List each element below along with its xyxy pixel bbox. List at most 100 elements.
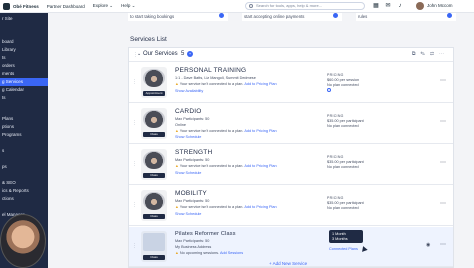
category-title: Our Services xyxy=(143,51,178,57)
service-type-tag: Class xyxy=(143,173,165,178)
apps-icon[interactable]: ▦ xyxy=(372,2,380,10)
help-menu[interactable]: Help ⌄ xyxy=(121,3,135,9)
plans-tooltip: 1 Month 3 Months xyxy=(329,230,363,243)
sidebar-item-ps[interactable]: ps xyxy=(0,163,48,171)
site-logo[interactable] xyxy=(3,2,10,10)
panel-actions: ⧉✎⇄⋯ xyxy=(412,51,449,57)
drag-handle-icon[interactable]: ⋮ xyxy=(132,79,137,85)
panel-header: ⋮ ⌄ Our Services 5 + ⧉✎⇄⋯ xyxy=(129,48,453,62)
max-participants: Max Participants: 50 xyxy=(175,199,210,203)
sidebar-item-booking-calendar[interactable]: g Calendar xyxy=(0,86,48,94)
status-icon xyxy=(333,13,338,18)
show-schedule-link[interactable]: Show Schedule xyxy=(175,135,201,139)
sidebar-item-analytics[interactable]: ics & Reports xyxy=(0,187,48,195)
setup-card[interactable]: rules xyxy=(356,13,456,21)
connected-plans-link[interactable]: Connected Plans xyxy=(329,247,358,251)
more-actions-icon[interactable]: ⋯ xyxy=(440,77,446,84)
sidebar-item-s[interactable]: s xyxy=(0,147,48,155)
service-staff: 1:1 - Dave Batts, Liz Mangoli, Summit De… xyxy=(175,76,256,80)
show-schedule-link[interactable]: Show Schedule xyxy=(175,171,201,175)
drag-handle-icon[interactable]: ⋮ xyxy=(132,120,137,126)
plan-warning: ▲ Your service isn't connected to a plan… xyxy=(175,129,277,133)
service-name[interactable]: CARDIO xyxy=(175,108,201,115)
plan-status: No plan connected xyxy=(327,206,359,210)
add-sessions-link[interactable]: Add Sessions xyxy=(220,251,243,255)
sidebar-item-subscriptions[interactable]: ptions xyxy=(0,123,48,131)
add-to-pricing-plan-link[interactable]: Add to Pricing Plan xyxy=(244,205,276,209)
mouse-cursor xyxy=(360,245,368,252)
service-type-tag: Class xyxy=(143,132,165,137)
main-content: to start taking bookings start accepting… xyxy=(48,13,474,268)
add-to-pricing-plan-link[interactable]: Add to Pricing Plan xyxy=(244,129,276,133)
pricing-info: PRICING $35.00 per participant No plan c… xyxy=(327,114,364,129)
plan-warning: ▲ Your service isn't connected to a plan… xyxy=(175,82,277,86)
more-icon[interactable]: ⋯ xyxy=(439,51,449,57)
edit-icon[interactable]: ✎ xyxy=(420,51,430,57)
add-new-service-button[interactable]: + Add New Service xyxy=(269,261,307,266)
service-name[interactable]: Pilates Reformer Class xyxy=(175,231,236,237)
search-placeholder: Search for tools, apps, help & more... xyxy=(256,3,323,8)
setup-card[interactable]: start accepting online payments xyxy=(242,13,342,21)
category-count: 5 xyxy=(181,51,185,57)
show-schedule-link[interactable]: Show Schedule xyxy=(175,212,201,216)
service-row[interactable]: ⋮ Class MOBILITY Max Participants: 50 ▲ … xyxy=(129,186,453,226)
search-input[interactable]: Search for tools, apps, help & more... xyxy=(245,2,365,10)
status-icon xyxy=(447,13,452,18)
sidebar-item-ts[interactable]: ts xyxy=(0,54,48,62)
add-to-pricing-plan-link[interactable]: Add to Pricing Plan xyxy=(244,82,276,86)
site-name[interactable]: Obé Fitness xyxy=(13,4,39,9)
sidebar-item-dashboard[interactable]: board xyxy=(0,38,48,46)
service-thumbnail: Class xyxy=(141,190,167,221)
more-actions-icon[interactable]: ⋯ xyxy=(440,241,446,248)
service-type-tag: Appointment xyxy=(143,91,165,96)
service-type-tag: Class xyxy=(143,255,165,260)
chat-icon[interactable]: ✉ xyxy=(384,2,392,10)
max-participants: Max Participants: 50 xyxy=(175,239,210,243)
max-participants: Max Participants: 50 xyxy=(175,117,210,121)
sidebar-item-site[interactable]: r Site xyxy=(0,15,48,23)
sidebar-item-actions[interactable]: ctions xyxy=(0,195,48,203)
chevron-down-icon[interactable]: ⌄ xyxy=(137,51,141,57)
info-icon[interactable] xyxy=(327,88,331,92)
top-bar: Obé Fitness Partner Dashboard Explore ⌄ … xyxy=(0,0,474,13)
partner-dashboard-link[interactable]: Partner Dashboard xyxy=(47,4,85,9)
sidebar-item-library[interactable]: Library xyxy=(0,46,48,54)
user-name[interactable]: John Mccom xyxy=(427,3,453,8)
plan-status: No plan connected xyxy=(327,83,359,87)
service-name[interactable]: MOBILITY xyxy=(175,190,207,197)
more-actions-icon[interactable]: ⋯ xyxy=(440,159,446,166)
sessions-warning: ▲ No upcoming sessions. Add Sessions xyxy=(175,251,244,255)
service-name[interactable]: STRENGTH xyxy=(175,149,212,156)
sidebar-item-programs[interactable]: Programs xyxy=(0,131,48,139)
service-row[interactable]: ⋮ Appointment PERSONAL TRAINING 1:1 - Da… xyxy=(129,63,453,103)
sidebar-item-orders[interactable]: orders xyxy=(0,62,48,70)
setup-card[interactable]: to start taking bookings xyxy=(128,13,228,21)
link-icon[interactable]: ⇄ xyxy=(430,51,439,57)
add-to-pricing-plan-link[interactable]: Add to Pricing Plan xyxy=(244,164,276,168)
service-type-tag: Class xyxy=(143,214,165,219)
pricing-info: PRICING $35.00 per participant No plan c… xyxy=(327,196,364,211)
drag-handle-icon[interactable]: ⋮ xyxy=(132,243,137,249)
sidebar-item-ts2[interactable]: ts xyxy=(0,94,48,102)
more-actions-icon[interactable]: ⋯ xyxy=(440,200,446,207)
user-avatar[interactable] xyxy=(416,2,424,10)
drag-handle-icon[interactable]: ⋮ xyxy=(132,202,137,208)
explore-menu[interactable]: Explore ⌄ xyxy=(93,3,113,9)
plan-warning: ▲ Your service isn't connected to a plan… xyxy=(175,205,277,209)
service-row[interactable]: ⋮ Class STRENGTH Max Participants: 50 ▲ … xyxy=(129,145,453,185)
notification-icon[interactable]: ♪ xyxy=(396,2,404,10)
sidebar-item-payments[interactable]: ments xyxy=(0,70,48,78)
service-thumbnail: Class xyxy=(141,108,167,139)
more-actions-icon[interactable]: ⋯ xyxy=(440,118,446,125)
sidebar-item-seo[interactable]: & SEO xyxy=(0,179,48,187)
show-availability-link[interactable]: Show Availability xyxy=(175,89,203,93)
search-icon xyxy=(249,4,253,8)
add-service-icon[interactable]: + xyxy=(187,51,193,57)
sidebar-item-plans[interactable]: Plans xyxy=(0,115,48,123)
service-name[interactable]: PERSONAL TRAINING xyxy=(175,67,246,74)
page-title: Services List xyxy=(130,36,167,43)
service-row[interactable]: ⋮ Class CARDIO Max Participants: 50 Onli… xyxy=(129,104,453,144)
drag-handle-icon[interactable]: ⋮ xyxy=(132,161,137,167)
sidebar-item-booking-services[interactable]: g Services xyxy=(0,78,48,86)
preview-icon[interactable]: ◉ xyxy=(426,242,430,248)
